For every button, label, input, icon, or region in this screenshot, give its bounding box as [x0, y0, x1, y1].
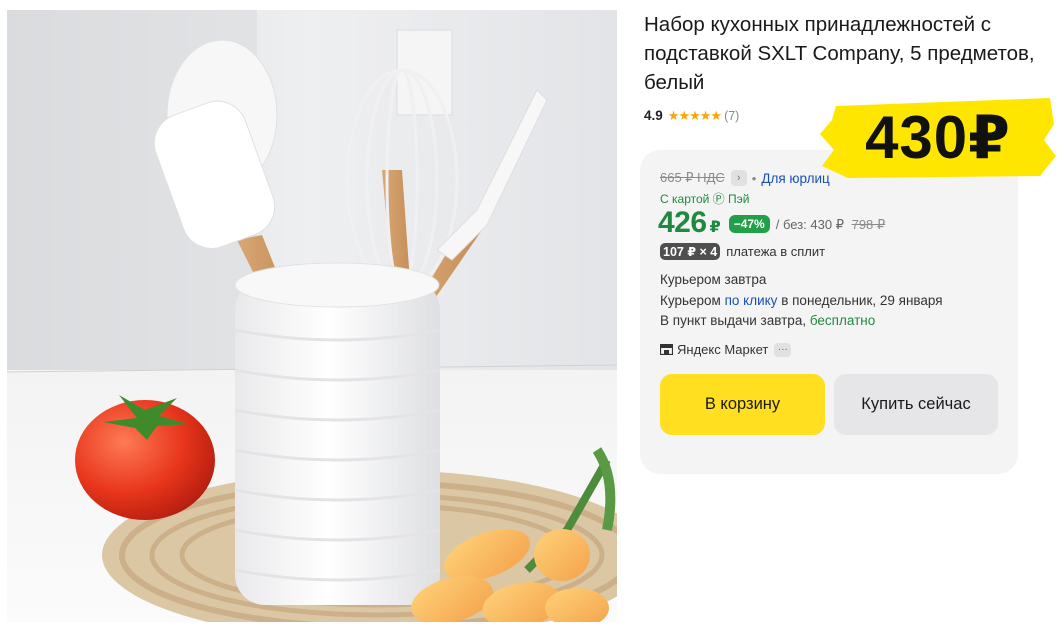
without-label: / без: 430 ₽ [775, 217, 844, 232]
shop-icon [660, 344, 673, 355]
delivery-courier-tomorrow: Курьером завтра [660, 272, 767, 287]
delivery-date: в понедельник, 29 января [781, 292, 943, 308]
split-badge: 107 ₽ × 4 [660, 243, 721, 260]
rating-row[interactable]: 4.9 ★ ★ ★ ★ ★ (7) [644, 108, 739, 123]
star-icon: ★ [710, 108, 722, 123]
delivery-courier-label: Курьером [660, 292, 721, 308]
discount-badge: −47% [728, 215, 770, 233]
old-price: 798 ₽ [851, 217, 886, 232]
delivery-options: Курьером завтра Курьером по клику в поне… [660, 270, 943, 332]
current-price: 426 [658, 206, 707, 239]
pickup-label: В пункт выдачи завтра, [660, 313, 807, 328]
product-photo-illustration [7, 10, 617, 622]
star-icon: ★ [667, 108, 680, 123]
split-label: платежа в сплит [726, 244, 826, 259]
price-without-card: / без: 430 ₽ 798 ₽ [776, 217, 885, 233]
split-row[interactable]: 107 ₽ × 4 платежа в сплит [660, 243, 825, 260]
product-image[interactable] [7, 10, 617, 622]
buy-card: 665 ₽ НДС › • Для юрлиц С картой Ⓟ Пэй 4… [640, 150, 1018, 474]
rating-stars: ★ ★ ★ ★ ★ [667, 108, 722, 123]
separator-dot: • [751, 170, 757, 186]
star-icon: ★ [689, 108, 701, 123]
sticker-price: 430₽ [865, 104, 1011, 171]
star-icon: ★ [678, 108, 690, 123]
add-to-cart-button[interactable]: В корзину [660, 374, 825, 435]
buy-now-button[interactable]: Купить сейчас [834, 374, 998, 435]
price-sticker: 430₽ [818, 96, 1058, 180]
currency-sign: ₽ [709, 219, 721, 236]
delivery-pickup: В пункт выдачи завтра, бесплатно [660, 311, 943, 332]
card-discount-note: С картой Ⓟ Пэй [660, 192, 750, 206]
chevron-right-icon[interactable]: › [730, 170, 747, 186]
by-click-link[interactable]: по клику [725, 293, 778, 308]
seller-name: Яндекс Маркет [677, 342, 769, 357]
free-label: бесплатно [809, 313, 876, 328]
reviews-count[interactable]: (7) [724, 109, 739, 123]
vat-price: 665 ₽ НДС [660, 170, 725, 185]
more-icon[interactable]: ··· [774, 342, 792, 357]
delivery-courier-click: Курьером по клику в понедельник, 29 янва… [660, 291, 943, 312]
product-title: Набор кухонных принадлежностей с подстав… [644, 13, 1035, 94]
price-row: 426 ₽ −47% / без: 430 ₽ 798 ₽ [658, 206, 885, 240]
star-icon: ★ [699, 108, 712, 123]
vat-row: 665 ₽ НДС › • Для юрлиц [660, 170, 830, 186]
seller-row[interactable]: Яндекс Маркет ··· [660, 342, 792, 357]
rating-value: 4.9 [644, 108, 663, 123]
